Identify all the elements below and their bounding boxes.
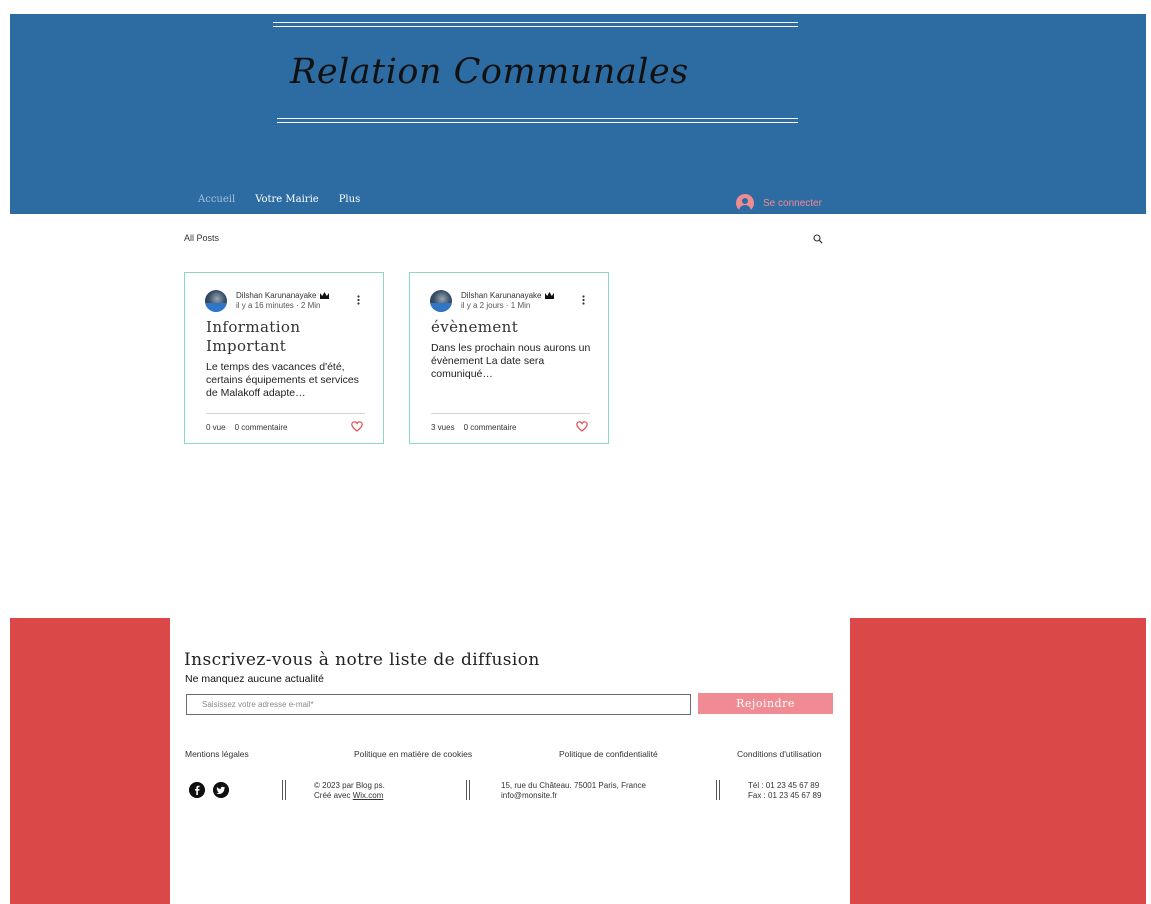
- header-divider: [277, 118, 798, 119]
- nav-item-plus[interactable]: Plus: [339, 194, 361, 205]
- post-views: 3 vues: [431, 423, 455, 432]
- site-title[interactable]: Relation Communales: [290, 52, 689, 92]
- more-options-icon[interactable]: [357, 295, 360, 305]
- footer-separator: [282, 780, 286, 800]
- footer-side-panel-left: [10, 618, 170, 904]
- contact-email[interactable]: info@monsite.fr: [501, 791, 646, 801]
- footer-side-panel-right: [850, 618, 1146, 904]
- newsletter-subtitle: Ne manquez aucune actualité: [185, 673, 324, 685]
- post-author[interactable]: Dilshan Karunanayake: [461, 291, 554, 300]
- nav-item-accueil[interactable]: Accueil: [198, 194, 235, 205]
- post-comments[interactable]: 0 commentaire: [235, 423, 288, 432]
- crown-icon: [319, 292, 329, 299]
- join-button[interactable]: Rejoindre: [698, 693, 833, 714]
- login-button[interactable]: Se connecter: [736, 194, 822, 212]
- post-author[interactable]: Dilshan Karunanayake: [236, 291, 329, 300]
- facebook-icon[interactable]: [189, 782, 205, 798]
- fax-text: Fax : 01 23 45 67 89: [748, 790, 822, 800]
- user-avatar-icon: [736, 194, 754, 212]
- address-block: 15, rue du Château. 75001 Paris, France …: [501, 781, 646, 800]
- wix-link[interactable]: Wix.com: [353, 791, 384, 800]
- post-read-time: 2 Min: [300, 301, 321, 310]
- heart-icon[interactable]: [351, 421, 363, 432]
- twitter-icon[interactable]: [213, 782, 229, 798]
- post-views: 0 vue: [206, 423, 226, 432]
- post-title[interactable]: évènement: [431, 318, 596, 337]
- search-icon[interactable]: [813, 234, 823, 244]
- email-input[interactable]: [186, 694, 691, 715]
- post-read-time: 1 Min: [510, 301, 531, 310]
- post-meta: il y a 16 minutes · 2 Min: [236, 301, 321, 310]
- header-divider: [273, 26, 798, 27]
- post-meta: il y a 2 jours · 1 Min: [461, 301, 531, 310]
- created-with-label: Créé avec: [314, 790, 351, 800]
- copyright-text: © 2023 par Blog ps.: [314, 781, 385, 790]
- footer-link-confidentialite[interactable]: Politique de confidentialité: [559, 749, 658, 759]
- nav-item-votre-mairie[interactable]: Votre Mairie: [255, 194, 319, 205]
- post-card[interactable]: Dilshan Karunanayake il y a 16 minutes ·…: [184, 272, 384, 444]
- more-options-icon[interactable]: [582, 295, 585, 305]
- footer-separator: [466, 780, 470, 800]
- post-time: il y a 16 minutes: [236, 301, 294, 310]
- post-stats: 3 vues 0 commentaire: [431, 423, 517, 432]
- all-posts-link[interactable]: All Posts: [184, 233, 219, 243]
- created-with: Créé avec Wix.com: [314, 791, 385, 801]
- post-stats: 0 vue 0 commentaire: [206, 423, 288, 432]
- login-label: Se connecter: [763, 197, 822, 209]
- header-divider: [273, 22, 798, 23]
- post-card[interactable]: Dilshan Karunanayake il y a 2 jours · 1 …: [409, 272, 609, 444]
- author-avatar[interactable]: [205, 290, 227, 312]
- author-name: Dilshan Karunanayake: [461, 291, 542, 300]
- post-excerpt[interactable]: Dans les prochain nous aurons un évèneme…: [431, 342, 596, 381]
- phone-text: Tél : 01 23 45 67 89: [748, 781, 820, 790]
- footer-link-conditions[interactable]: Conditions d'utilisation: [737, 749, 821, 759]
- post-excerpt[interactable]: Le temps des vacances d'été, certains éq…: [206, 361, 371, 400]
- post-comments[interactable]: 0 commentaire: [464, 423, 517, 432]
- site-header: Relation Communales Accueil Votre Mairie…: [10, 14, 1146, 214]
- newsletter-title: Inscrivez-vous à notre liste de diffusio…: [184, 650, 540, 670]
- post-title[interactable]: Information Important: [206, 318, 371, 356]
- crown-icon: [544, 292, 554, 299]
- footer-link-mentions-legales[interactable]: Mentions légales: [185, 749, 249, 759]
- header-divider: [277, 122, 798, 123]
- author-avatar[interactable]: [430, 290, 452, 312]
- post-time: il y a 2 jours: [461, 301, 504, 310]
- main-nav: Accueil Votre Mairie Plus: [198, 194, 380, 205]
- footer-link-cookies[interactable]: Politique en matière de cookies: [354, 749, 472, 759]
- heart-icon[interactable]: [576, 421, 588, 432]
- footer-separator: [716, 780, 720, 800]
- card-divider: [206, 413, 365, 414]
- copyright-block: © 2023 par Blog ps. Créé avec Wix.com: [314, 781, 385, 800]
- author-name: Dilshan Karunanayake: [236, 291, 317, 300]
- phone-block: Tél : 01 23 45 67 89 Fax : 01 23 45 67 8…: [748, 781, 821, 800]
- card-divider: [431, 413, 590, 414]
- address-text: 15, rue du Château. 75001 Paris, France: [501, 781, 646, 790]
